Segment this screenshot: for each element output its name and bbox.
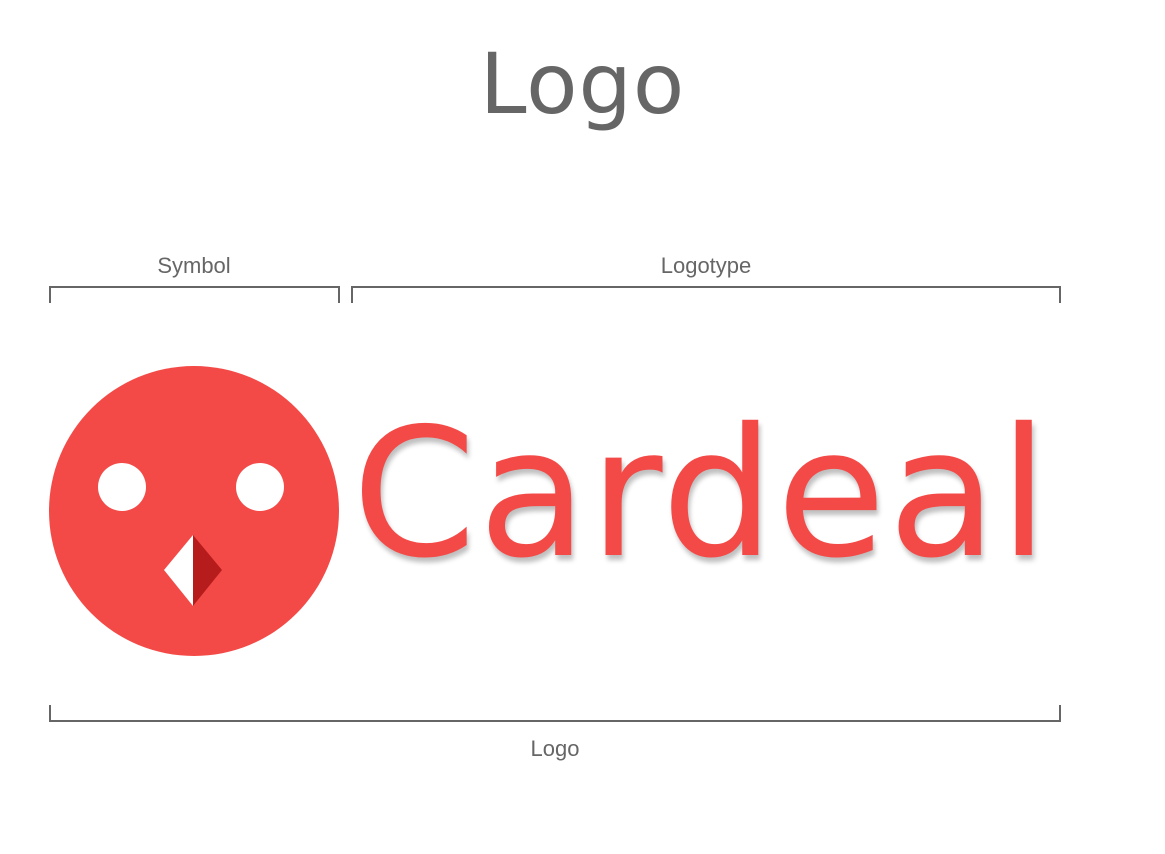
- page-title: Logo: [479, 35, 686, 133]
- logotype-label: Logotype: [660, 253, 752, 278]
- logo-label: Logo: [530, 736, 580, 761]
- logotype-wordmark: Cardeal: [352, 390, 1051, 597]
- right-eye: [236, 463, 284, 511]
- cardinal-bird-face-icon: [48, 365, 340, 657]
- logo-bracket: [49, 705, 1061, 722]
- logotype-bracket: [351, 286, 1061, 303]
- symbol-label: Symbol: [157, 253, 231, 278]
- symbol-head: [49, 366, 339, 656]
- left-eye: [98, 463, 146, 511]
- symbol-svg: [49, 366, 339, 656]
- symbol-bracket: [49, 286, 340, 303]
